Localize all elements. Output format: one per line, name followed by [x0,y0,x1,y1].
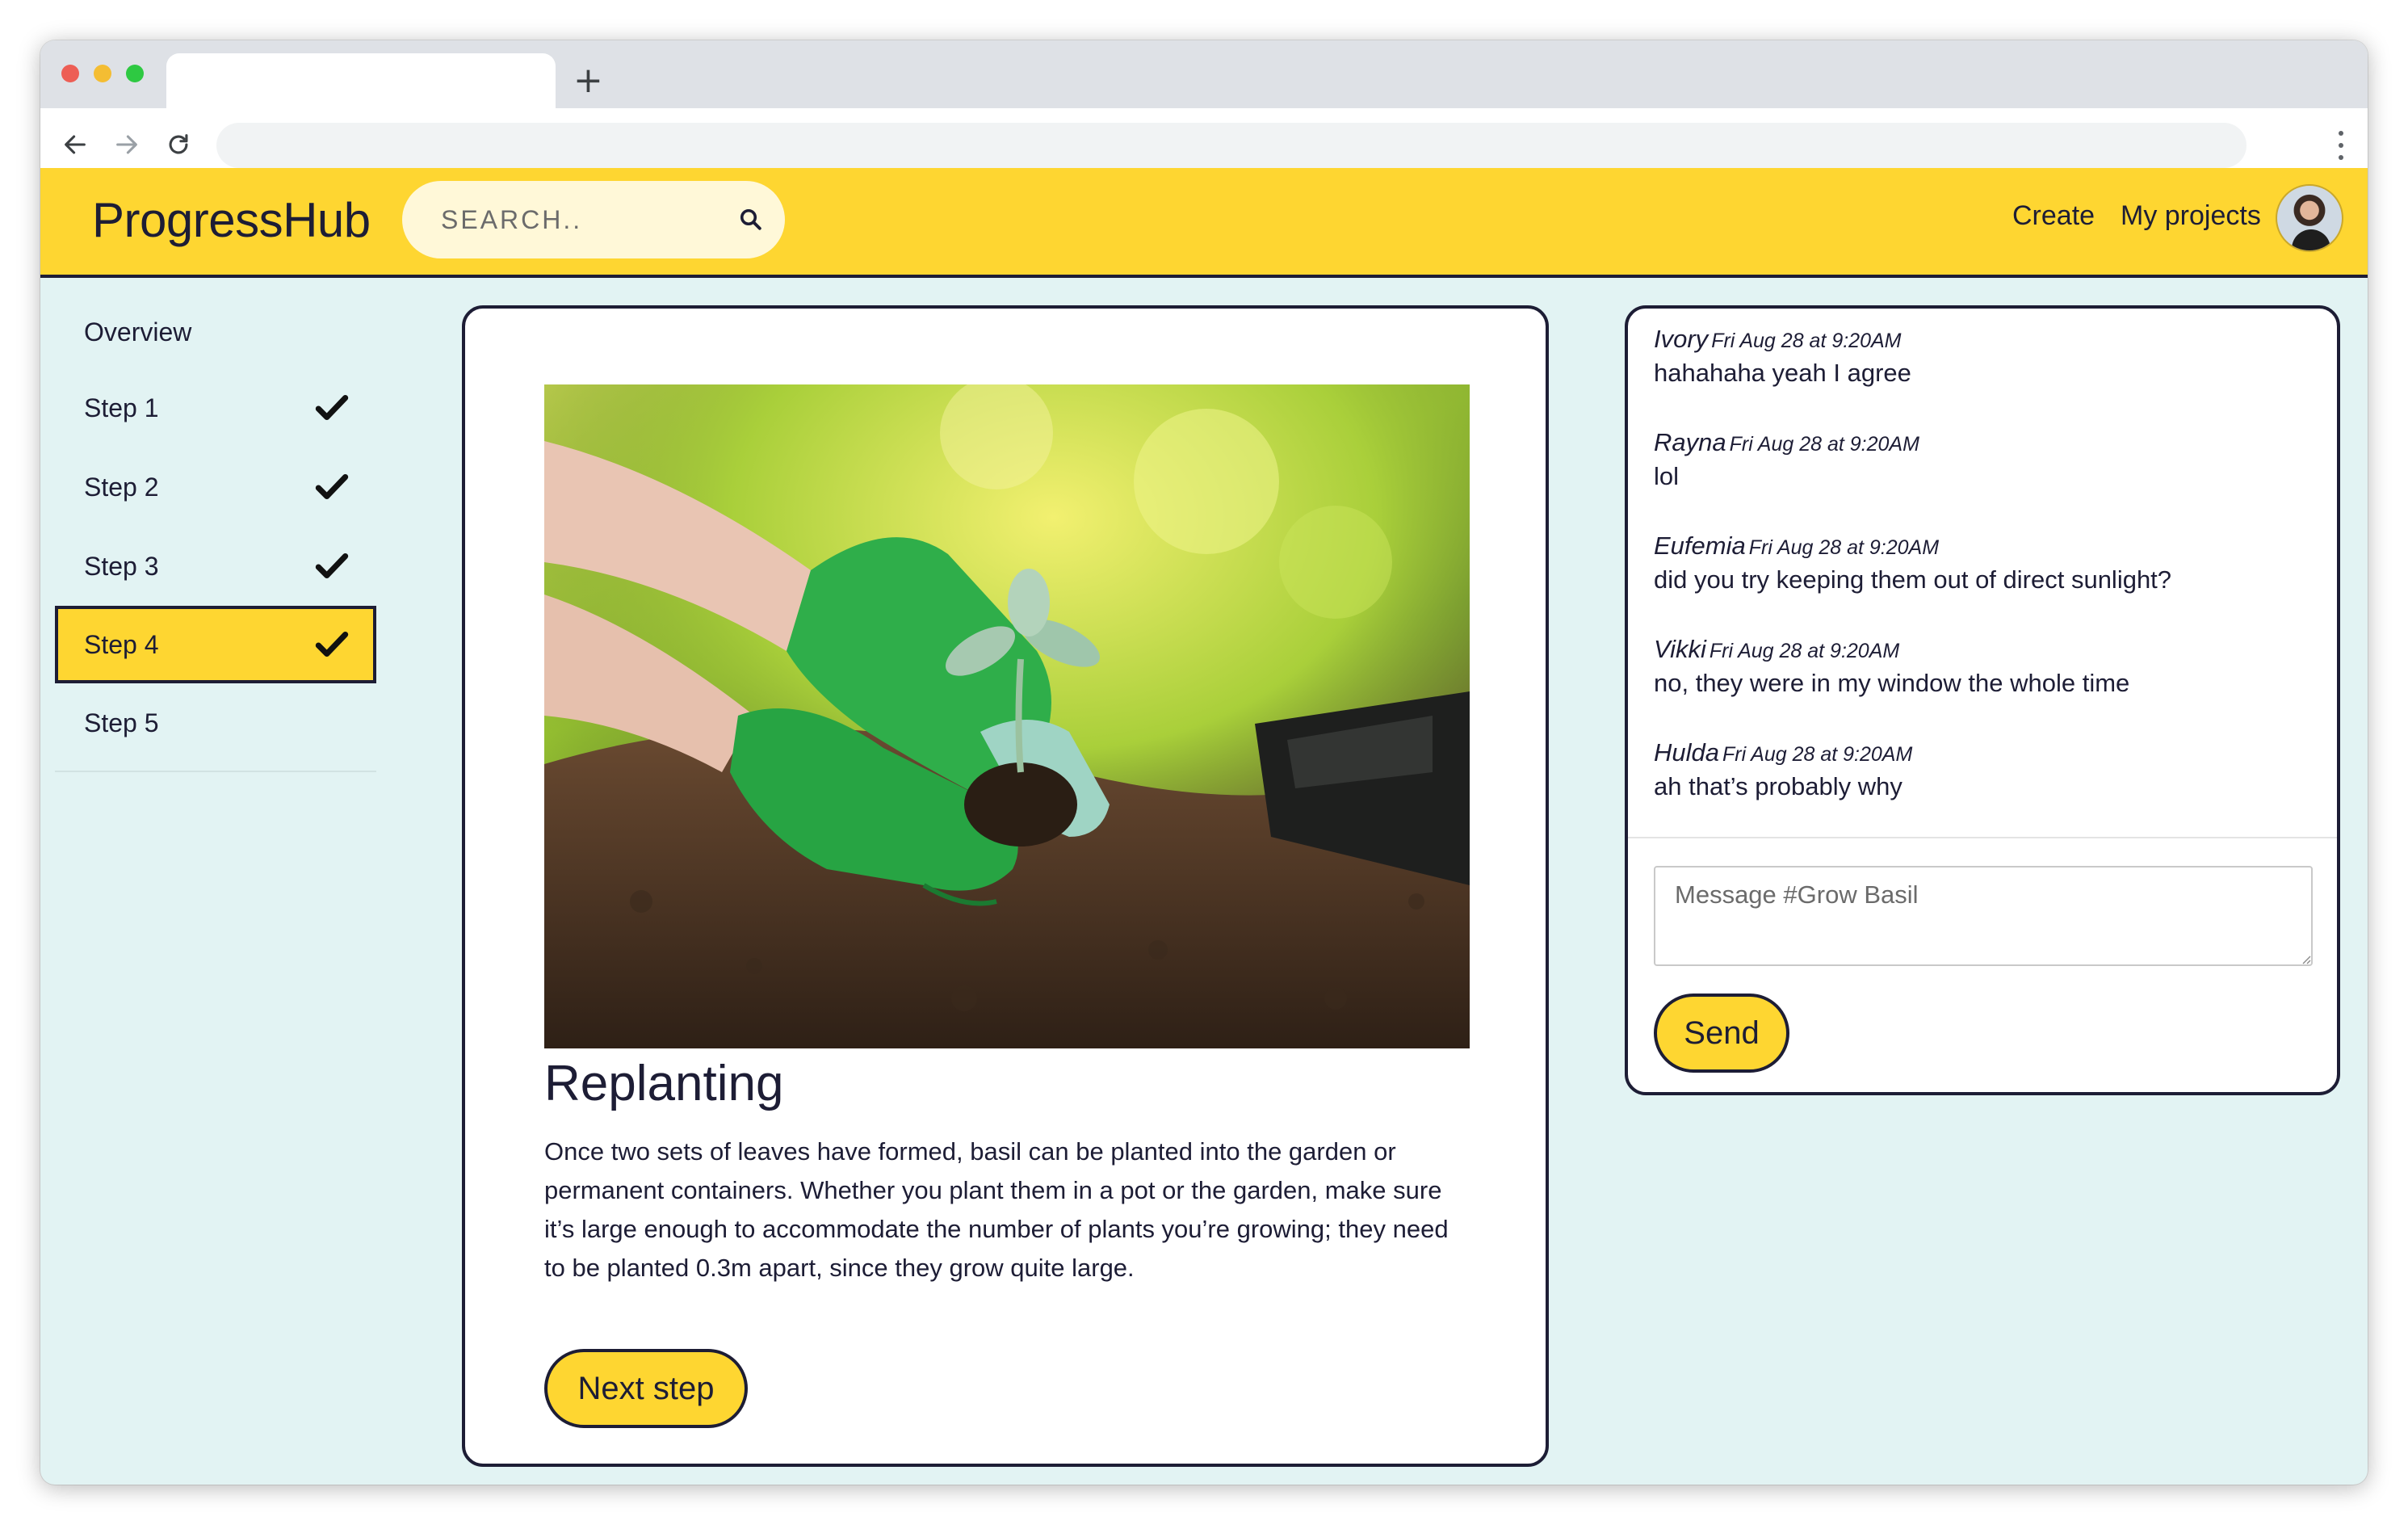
browser-window: + ProgressHub Create My projects [40,40,2368,1485]
chat-message: Eufemia Fri Aug 28 at 9:20AM did you try … [1654,531,2171,594]
message-text: lol [1654,462,1680,490]
message-timestamp: Fri Aug 28 at 9:20AM [1709,640,1900,662]
new-tab-button[interactable]: + [573,58,603,103]
send-button[interactable]: Send [1654,994,1789,1073]
message-author: Rayna [1654,428,1726,456]
checkmark-icon [315,473,349,499]
step-image [544,384,1470,1048]
message-timestamp: Fri Aug 28 at 9:20AM [1711,330,1902,352]
user-avatar[interactable] [2276,184,2343,252]
sidebar-item-label: Step 5 [84,708,159,737]
checkmark-icon [315,552,349,578]
sidebar-item-step-1[interactable]: Step 1 [55,368,376,447]
chat-message: Rayna Fri Aug 28 at 9:20AM lol [1654,428,1919,491]
sidebar-item-label: Step 2 [84,472,159,502]
sidebar-item-step-4[interactable]: Step 4 [55,606,376,683]
sidebar-item-step-3[interactable]: Step 3 [55,527,376,606]
sidebar-item-label: Overview [84,317,192,347]
search-input[interactable] [441,199,715,241]
search-icon[interactable] [736,205,766,234]
my-projects-link[interactable]: My projects [2121,200,2261,232]
next-step-button[interactable]: Next step [544,1349,748,1428]
minimize-window-button[interactable] [94,65,111,82]
step-sidebar: Overview Step 1 Step 2 Step 3 Step 4 Ste… [55,296,376,772]
message-input[interactable] [1654,866,2313,966]
app-header: ProgressHub Create My projects [40,168,2368,278]
message-timestamp: Fri Aug 28 at 9:20AM [1748,536,1940,559]
search-box [402,181,785,258]
gardening-gloves-illustration [544,384,1470,1048]
message-author: Eufemia [1654,531,1746,560]
resize-handle-icon[interactable] [2301,955,2311,964]
sidebar-item-step-2[interactable]: Step 2 [55,447,376,527]
checkmark-icon [315,631,349,657]
chat-message: Hulda Fri Aug 28 at 9:20AM ah that’s prob… [1654,738,1912,801]
sidebar-item-overview[interactable]: Overview [55,296,376,368]
create-link[interactable]: Create [2012,200,2095,232]
step-description: Once two sets of leaves have formed, bas… [544,1137,1449,1282]
message-author: Hulda [1654,738,1719,767]
message-timestamp: Fri Aug 28 at 9:20AM [1729,433,1919,456]
window-controls [61,65,144,82]
message-text: did you try keeping them out of direct s… [1654,565,2172,594]
sidebar-item-label: Step 3 [84,551,159,581]
back-arrow-icon[interactable] [58,128,92,162]
step-title: Replanting [544,1056,784,1111]
app-logo[interactable]: ProgressHub [92,192,371,248]
message-text: ah that’s probably why [1654,772,1902,800]
step-card: Replanting Once two sets of leaves have … [462,305,1549,1467]
forward-arrow-icon[interactable] [110,128,144,162]
message-timestamp: Fri Aug 28 at 9:20AM [1722,743,1913,766]
chat-divider [1628,837,2337,838]
reload-icon[interactable] [162,128,195,162]
address-bar[interactable] [216,123,2246,168]
message-author: Ivory [1654,325,1709,353]
browser-menu-icon[interactable] [2337,131,2345,160]
sidebar-divider [55,771,376,772]
sidebar-item-step-5[interactable]: Step 5 [55,683,376,762]
sidebar-item-label: Step 1 [84,393,159,422]
chat-message: Ivory Fri Aug 28 at 9:20AM hahahaha yeah … [1654,325,1911,388]
message-text: no, they were in my window the whole tim… [1654,669,2130,697]
sidebar-item-label: Step 4 [84,629,159,659]
chat-panel: Ivory Fri Aug 28 at 9:20AM hahahaha yeah … [1625,305,2340,1095]
browser-tab-bar: + [40,40,2368,108]
message-text: hahahaha yeah I agree [1654,359,1911,387]
browser-tab[interactable] [166,53,556,108]
chat-message: Vikki Fri Aug 28 at 9:20AM no, they were … [1654,635,2129,698]
close-window-button[interactable] [61,65,79,82]
checkmark-icon [315,394,349,420]
maximize-window-button[interactable] [126,65,144,82]
message-author: Vikki [1654,635,1706,663]
